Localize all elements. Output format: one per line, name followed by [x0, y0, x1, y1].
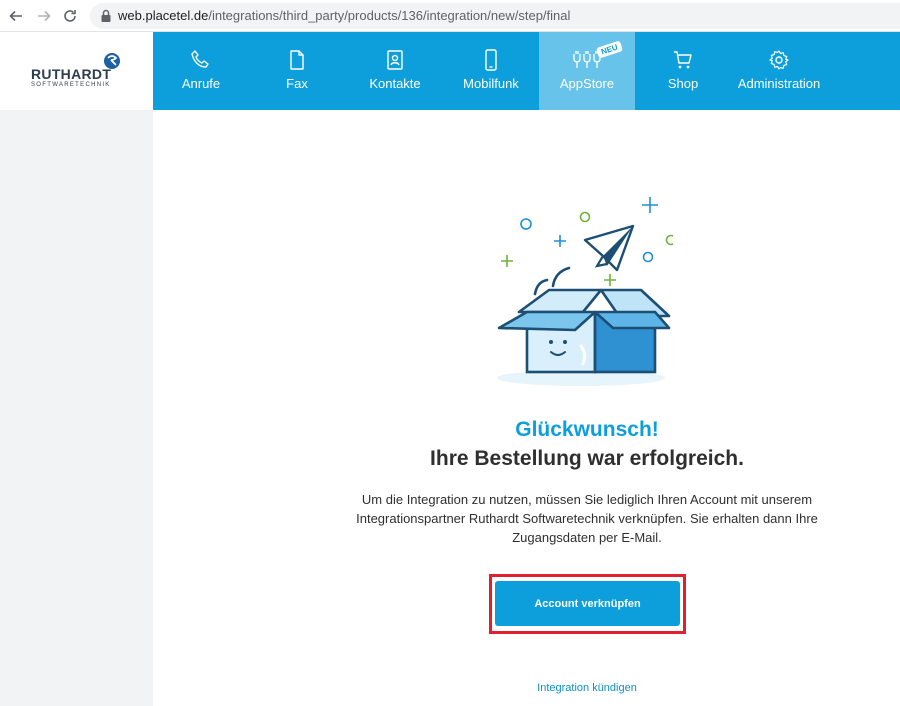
url-host: web.placetel.de [118, 8, 209, 23]
main-content: Glückwunsch! Ihre Bestellung war erfolgr… [153, 110, 900, 706]
contacts-icon [387, 50, 403, 70]
brand-logo[interactable]: RUTHARDT SOFTWARETECHNIK [0, 32, 153, 110]
nav-item-fax[interactable]: Fax [257, 32, 337, 110]
new-badge: NEU [595, 40, 623, 59]
address-bar[interactable]: web.placetel.de/integrations/third_party… [90, 3, 900, 29]
nav-label: AppStore [559, 76, 615, 91]
sidebar [0, 110, 153, 706]
url-path: /integrations/third_party/products/136/i… [208, 8, 571, 23]
nav-item-anrufe[interactable]: Anrufe [161, 32, 241, 110]
nav-label: Kontakte [369, 76, 421, 91]
phone-icon [191, 50, 209, 68]
app-header: RUTHARDT SOFTWARETECHNIK Anrufe Fax Kont… [0, 32, 900, 110]
success-description: Um die Integration zu nutzen, müssen Sie… [356, 492, 818, 545]
arrow-right-icon [38, 10, 51, 22]
lock-icon [101, 9, 111, 22]
brand-subtitle: SOFTWARETECHNIK [31, 82, 111, 88]
url-text: web.placetel.de/integrations/third_party… [118, 8, 570, 23]
document-icon [290, 50, 304, 70]
success-subline: Ihre Bestellung war erfolgreich. [430, 447, 744, 470]
reload-button[interactable] [60, 6, 80, 26]
nav-label: Shop [667, 76, 699, 91]
success-headline: Glückwunsch! [515, 418, 659, 441]
cart-icon [674, 51, 692, 69]
link-account-button[interactable]: Account verknüpfen [495, 581, 680, 626]
nav-label: Mobilfunk [463, 76, 519, 91]
arrow-left-icon [9, 10, 22, 22]
nav-item-kontakte[interactable]: Kontakte [353, 32, 437, 110]
nav-label: Anrufe [181, 76, 221, 91]
mobile-icon [485, 49, 497, 71]
success-box-illustration [497, 197, 673, 386]
nav-item-appstore[interactable]: NEU AppStore [539, 32, 635, 110]
reload-icon [64, 10, 76, 22]
nav-label: Administration [737, 76, 821, 91]
back-button[interactable] [6, 6, 26, 26]
forward-button[interactable] [34, 6, 54, 26]
brand-name: RUTHARDT [31, 66, 112, 82]
nav-label: Fax [286, 76, 308, 91]
cancel-integration-link[interactable]: Integration kündigen [153, 682, 900, 694]
nav-item-administration[interactable]: Administration [733, 32, 825, 110]
nav-item-mobilfunk[interactable]: Mobilfunk [449, 32, 533, 110]
nav-item-shop[interactable]: Shop [643, 32, 723, 110]
gear-icon [769, 50, 789, 70]
browser-toolbar: web.placetel.de/integrations/third_party… [0, 0, 900, 32]
